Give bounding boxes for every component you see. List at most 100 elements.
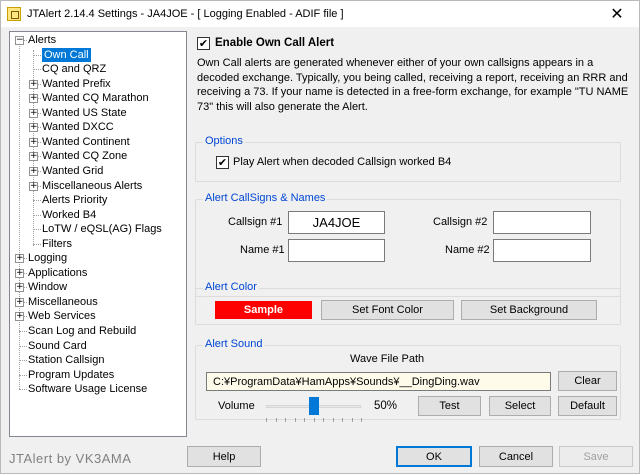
tree-item-worked-b4[interactable]: Worked B4 bbox=[42, 208, 96, 222]
tree-item-program-updates[interactable]: Program Updates bbox=[28, 368, 114, 382]
expand-icon[interactable]: + bbox=[15, 297, 24, 307]
play-b4-label[interactable]: Play Alert when decoded Callsign worked … bbox=[233, 156, 451, 168]
volume-tick bbox=[275, 418, 277, 422]
select-button[interactable]: Select bbox=[489, 396, 551, 416]
tree-branch-line bbox=[33, 214, 41, 216]
expand-icon[interactable]: + bbox=[29, 79, 38, 89]
tree-item-sound-card[interactable]: Sound Card bbox=[28, 339, 87, 353]
tree-item-wanted-continent[interactable]: Wanted Continent bbox=[42, 135, 130, 149]
volume-tick bbox=[351, 418, 353, 422]
save-button[interactable]: Save bbox=[559, 446, 633, 467]
alert-sound-group: Alert Sound Wave File Path C:¥ProgramDat… bbox=[195, 338, 621, 422]
volume-tick bbox=[313, 418, 315, 422]
tree-item-applications[interactable]: Applications bbox=[28, 266, 87, 280]
tree-item-cq-and-qrz[interactable]: CQ and QRZ bbox=[42, 62, 106, 76]
tree-item-own-call[interactable]: Own Call bbox=[42, 47, 91, 62]
volume-tick bbox=[361, 418, 362, 422]
ok-button[interactable]: OK bbox=[396, 446, 472, 467]
enable-own-call-checkbox[interactable]: ✔ bbox=[197, 37, 210, 50]
volume-tick bbox=[342, 418, 343, 422]
tree-item-alerts-priority[interactable]: Alerts Priority bbox=[42, 193, 107, 207]
tree-item-scan-log-and-rebuild[interactable]: Scan Log and Rebuild bbox=[28, 324, 136, 338]
tree-item-filters[interactable]: Filters bbox=[42, 237, 72, 251]
name2-input[interactable] bbox=[493, 239, 591, 262]
options-group-title: Options bbox=[203, 135, 245, 147]
tree-item-wanted-prefix[interactable]: Wanted Prefix bbox=[42, 77, 111, 91]
set-background-button[interactable]: Set Background bbox=[461, 300, 597, 320]
wave-file-label: Wave File Path bbox=[350, 353, 425, 365]
tree-item-miscellaneous[interactable]: Miscellaneous bbox=[28, 295, 98, 309]
tree-item-wanted-grid[interactable]: Wanted Grid bbox=[42, 164, 103, 178]
alert-sound-group-title: Alert Sound bbox=[203, 338, 265, 350]
options-group: Options ✔ Play Alert when decoded Callsi… bbox=[195, 135, 621, 182]
callsign2-input[interactable] bbox=[493, 211, 591, 234]
tree-branch-line bbox=[33, 54, 41, 56]
settings-tree: − Alerts Own Call CQ and QRZ + Wanted Prefix +… bbox=[9, 31, 187, 437]
expand-icon[interactable]: + bbox=[29, 137, 38, 147]
settings-window: JTAlert 2.14.4 Settings - JA4JOE - [ Log… bbox=[0, 0, 640, 474]
tree-item-software-usage-license[interactable]: Software Usage License bbox=[28, 382, 147, 396]
callsigns-group-title: Alert CallSigns & Names bbox=[203, 192, 328, 204]
test-button[interactable]: Test bbox=[418, 396, 481, 416]
tree-branch-line bbox=[33, 229, 41, 231]
name1-label: Name #1 bbox=[240, 244, 285, 256]
callsign1-input[interactable]: JA4JOE bbox=[288, 211, 385, 234]
tree-item-web-services[interactable]: Web Services bbox=[28, 309, 96, 323]
tree-item-logging[interactable]: Logging bbox=[28, 251, 67, 265]
wave-file-path-input[interactable]: C:¥ProgramData¥HamApps¥Sounds¥__DingDing… bbox=[206, 372, 551, 391]
window-title: JTAlert 2.14.4 Settings - JA4JOE - [ Log… bbox=[27, 8, 344, 20]
tree-item-station-callsign[interactable]: Station Callsign bbox=[28, 353, 104, 367]
title-bar[interactable]: JTAlert 2.14.4 Settings - JA4JOE - [ Log… bbox=[1, 1, 639, 27]
tree-branch-line bbox=[19, 360, 27, 362]
alert-color-group: Alert Color Sample Set Font Color Set Ba… bbox=[195, 281, 621, 325]
expand-icon[interactable]: + bbox=[15, 283, 24, 293]
color-sample: Sample bbox=[215, 301, 312, 319]
clear-button[interactable]: Clear bbox=[558, 371, 617, 391]
enable-own-call-label[interactable]: Enable Own Call Alert bbox=[215, 37, 334, 49]
volume-tick bbox=[285, 418, 286, 422]
expand-icon[interactable]: + bbox=[29, 152, 38, 162]
help-button[interactable]: Help bbox=[187, 446, 261, 467]
tree-item-miscellaneous-alerts[interactable]: Miscellaneous Alerts bbox=[42, 179, 142, 193]
expand-icon[interactable]: + bbox=[29, 94, 38, 104]
expand-icon[interactable]: + bbox=[29, 166, 38, 176]
expand-icon[interactable]: + bbox=[29, 181, 38, 191]
expand-icon[interactable]: + bbox=[15, 254, 24, 264]
close-button[interactable]: ✕ bbox=[595, 1, 639, 27]
expand-icon[interactable]: + bbox=[29, 123, 38, 133]
tree-branch-line bbox=[19, 331, 27, 332]
tree-branch-line bbox=[33, 69, 41, 71]
own-call-panel: ✔ Enable Own Call Alert Own Call alerts … bbox=[191, 31, 633, 439]
app-icon bbox=[7, 7, 21, 21]
volume-tick bbox=[294, 418, 296, 422]
default-button[interactable]: Default bbox=[558, 396, 617, 416]
tree-item-lotw-eqsl-ag-flags[interactable]: LoTW / eQSL(AG) Flags bbox=[42, 222, 162, 236]
tree-item-alerts[interactable]: Alerts bbox=[28, 33, 56, 47]
expand-icon[interactable]: + bbox=[15, 268, 24, 278]
tree-item-wanted-cq-marathon[interactable]: Wanted CQ Marathon bbox=[42, 91, 149, 105]
volume-tick bbox=[266, 418, 267, 422]
volume-slider-thumb[interactable] bbox=[308, 397, 319, 415]
tree-item-window[interactable]: Window bbox=[28, 280, 67, 294]
tree-branch-line bbox=[19, 374, 27, 376]
tree-root-guide bbox=[19, 40, 20, 390]
cancel-button[interactable]: Cancel bbox=[479, 446, 553, 467]
tree-branch-line bbox=[33, 243, 41, 245]
volume-value: 50% bbox=[374, 400, 398, 412]
name1-input[interactable] bbox=[288, 239, 385, 262]
tree-branch-line bbox=[19, 389, 27, 391]
set-font-color-button[interactable]: Set Font Color bbox=[321, 300, 454, 320]
callsign2-label: Callsign #2 bbox=[433, 216, 488, 228]
tree-item-wanted-cq-zone[interactable]: Wanted CQ Zone bbox=[42, 149, 127, 163]
tree-item-wanted-us-state[interactable]: Wanted US State bbox=[42, 106, 127, 120]
play-b4-checkbox[interactable]: ✔ bbox=[216, 156, 229, 169]
expand-icon[interactable]: + bbox=[29, 108, 38, 118]
brand-text: JTAlert by VK3AMA bbox=[9, 451, 132, 466]
collapse-icon[interactable]: − bbox=[15, 36, 24, 45]
alert-color-group-title: Alert Color bbox=[203, 281, 259, 293]
expand-icon[interactable]: + bbox=[15, 312, 24, 322]
name2-label: Name #2 bbox=[445, 244, 490, 256]
own-call-description: Own Call alerts are generated whenever e… bbox=[197, 57, 629, 113]
volume-tick bbox=[323, 418, 324, 422]
tree-item-wanted-dxcc[interactable]: Wanted DXCC bbox=[42, 120, 114, 134]
